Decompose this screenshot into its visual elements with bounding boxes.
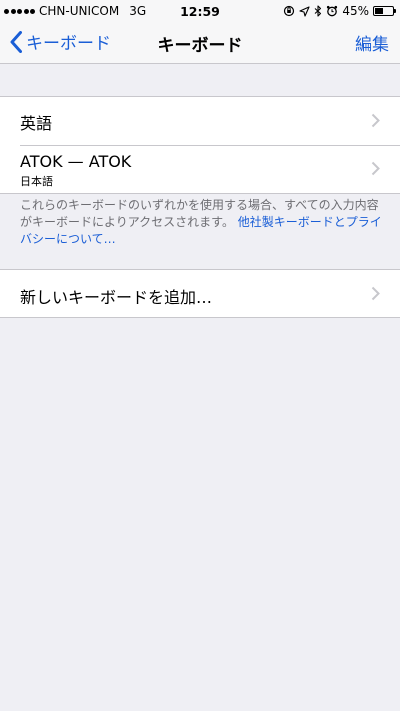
orientation-lock-icon — [284, 5, 295, 17]
privacy-footer: これらのキーボードのいずれかを使用する場合、すべての入力内容がキーボードによりア… — [20, 197, 386, 248]
status-bar: CHN-UNICOM 3G 12:59 45% — [0, 0, 400, 22]
chevron-right-icon — [371, 113, 380, 128]
alarm-icon — [327, 5, 338, 17]
navigation-bar: キーボード キーボード 編集 — [0, 22, 400, 64]
edit-button[interactable]: 編集 — [355, 30, 389, 55]
add-keyboard-label: 新しいキーボードを追加… — [20, 288, 213, 307]
add-keyboard-group: 新しいキーボードを追加… — [0, 269, 400, 318]
status-right: 45% — [283, 4, 396, 18]
add-keyboard-row[interactable]: 新しいキーボードを追加… — [0, 270, 400, 317]
keyboard-label: 英語 — [20, 114, 53, 133]
keyboard-row-atok[interactable]: ATOK — ATOK 日本語 — [0, 145, 400, 193]
battery-fill — [375, 8, 383, 14]
bluetooth-icon — [314, 5, 322, 17]
battery-percent: 45% — [342, 4, 369, 18]
keyboard-list: 英語 ATOK — ATOK 日本語 — [0, 96, 400, 194]
page-title: キーボード — [157, 36, 243, 56]
chevron-right-icon — [371, 161, 380, 176]
battery-icon — [373, 6, 396, 16]
chevron-right-icon — [371, 286, 380, 301]
location-arrow-icon — [299, 5, 310, 17]
keyboard-label: ATOK — ATOK — [20, 152, 132, 171]
keyboard-language: 日本語 — [20, 175, 53, 188]
keyboard-row-english[interactable]: 英語 — [0, 97, 400, 145]
